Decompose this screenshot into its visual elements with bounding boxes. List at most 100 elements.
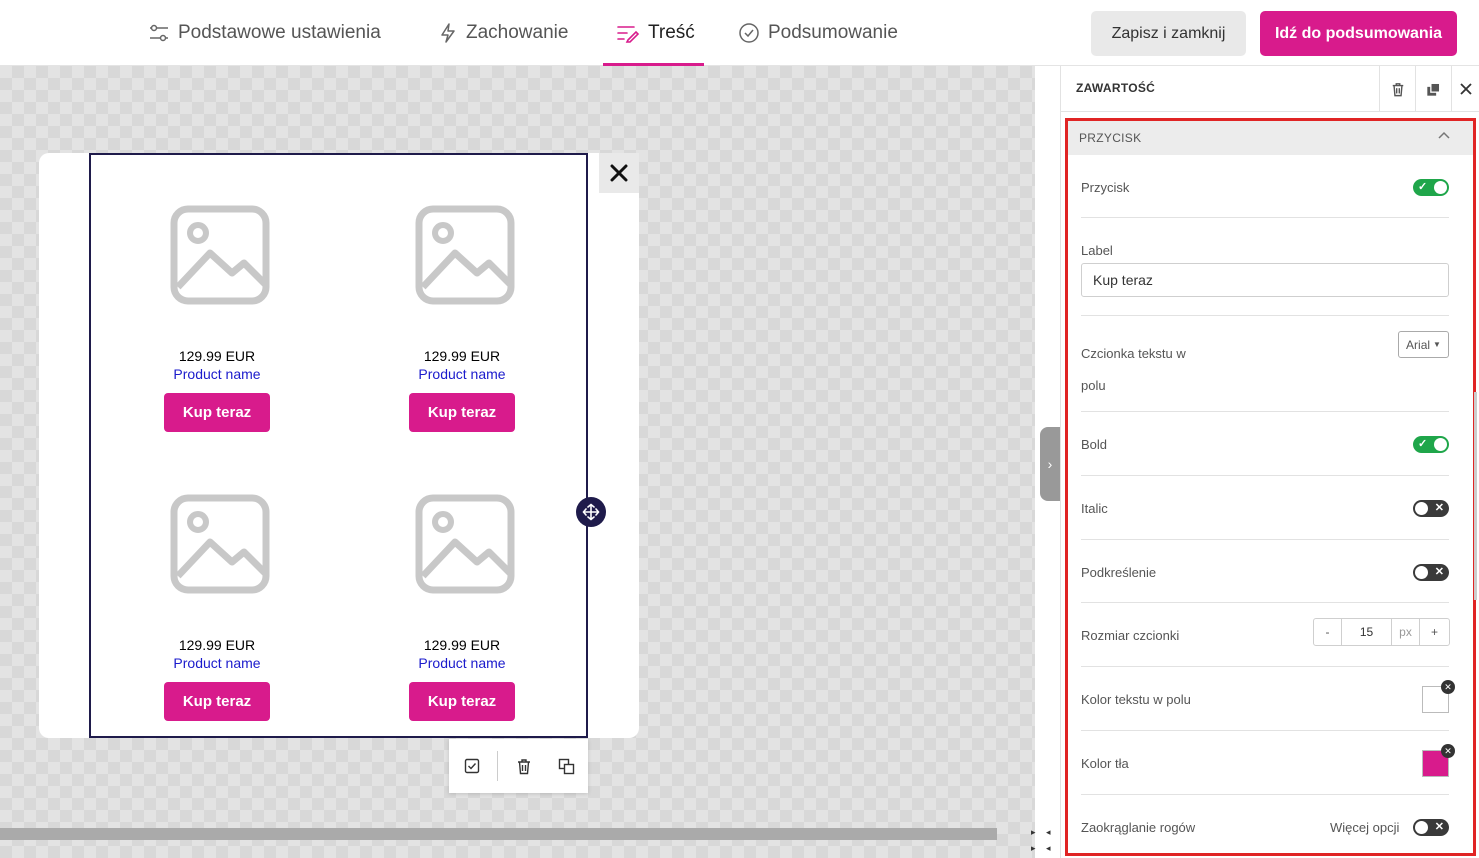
chevron-up-icon [1438,131,1450,139]
copy-icon[interactable] [1415,66,1451,112]
horizontal-scrollbar[interactable] [0,828,997,840]
decrement-button[interactable]: - [1314,619,1342,645]
clear-color-icon[interactable]: ✕ [1441,744,1455,758]
checkbox-icon[interactable] [460,754,484,778]
buy-button[interactable]: Kup teraz [164,682,270,721]
product-grid[interactable]: 129.99 EUR Product name Kup teraz 129.99… [89,153,588,738]
more-options-label: Więcej opcji [1330,820,1400,835]
product-name[interactable]: Product name [362,366,562,382]
bold-row: Bold ✓ [1081,412,1449,476]
check-circle-icon [739,23,759,43]
font-size-stepper: - 15 px + [1313,618,1450,646]
chevron-right-icon: › [1047,456,1053,472]
underline-label: Podkreślenie [1081,565,1157,580]
font-row: Czcionka tekstu w polu Arial ▼ [1081,316,1449,412]
save-close-button[interactable]: Zapisz i zamknij [1091,11,1246,56]
x-icon: ✕ [1434,566,1444,578]
tab-label: Treść [648,22,695,43]
increment-button[interactable]: + [1420,619,1449,645]
scroll-left-arrow-icon[interactable]: ◂ [1046,827,1051,838]
product-card: 129.99 EUR Product name Kup teraz [362,155,562,435]
underline-toggle[interactable]: ✕ [1413,564,1449,581]
product-name[interactable]: Product name [117,655,317,671]
tab-summary[interactable]: Podsumowanie [738,0,898,66]
element-toolbar [449,739,588,793]
button-toggle-label: Przycisk [1081,180,1130,195]
clear-color-icon[interactable]: ✕ [1441,680,1455,694]
section-header[interactable]: PRZYCISK [1068,121,1473,155]
tab-label: Podsumowanie [768,22,898,43]
trash-icon[interactable] [1379,66,1415,112]
buy-button[interactable]: Kup teraz [164,393,270,432]
label-field-label: Label [1081,243,1113,258]
font-value: Arial [1406,337,1431,352]
text-color-row: Kolor tekstu w polu ✕ [1081,667,1455,731]
x-icon: ✕ [1434,821,1444,833]
product-name[interactable]: Product name [117,366,317,382]
toggle-knob [1434,438,1447,451]
close-icon[interactable] [599,153,639,193]
toggle-knob [1415,821,1428,834]
font-size-input[interactable]: 15 [1342,619,1392,645]
buy-button[interactable]: Kup teraz [409,393,515,432]
trash-icon[interactable] [512,754,536,778]
scroll-right-arrow-icon[interactable]: ▸ [1031,827,1036,838]
caret-down-icon: ▼ [1433,340,1441,349]
buy-button[interactable]: Kup teraz [409,682,515,721]
tab-basic-settings[interactable]: Podstawowe ustawienia [148,0,381,66]
properties-panel: ZAWARTOŚĆ PRZYCISK Przycisk ✓ Label Czci… [1060,66,1479,858]
label-input[interactable] [1081,263,1449,297]
popup-preview: 129.99 EUR Product name Kup teraz 129.99… [39,153,639,738]
font-label-continued: polu [1081,378,1106,393]
underline-row: Podkreślenie ✕ [1081,540,1449,603]
font-label: Czcionka tekstu w [1081,346,1186,361]
scroll-left-arrow-icon[interactable]: ◂ [1046,843,1051,854]
product-price: 129.99 EUR [423,348,501,364]
text-color-swatch[interactable]: ✕ [1422,680,1455,713]
background-color-swatch[interactable]: ✕ [1422,744,1455,777]
tab-label: Zachowanie [466,22,569,43]
italic-row: Italic ✕ [1081,476,1449,540]
label-row: Label [1081,218,1449,316]
bolt-icon [441,23,455,43]
product-price: 129.99 EUR [178,637,256,653]
content-icon [617,26,640,43]
image-placeholder-icon [415,205,515,305]
check-icon: ✓ [1418,181,1428,193]
move-icon[interactable] [576,497,606,527]
scroll-right-arrow-icon[interactable]: ▸ [1031,843,1036,854]
collapse-panel-button[interactable]: › [1040,427,1060,501]
toggle-knob [1415,566,1428,579]
x-icon: ✕ [1434,502,1444,514]
image-placeholder-icon [415,494,515,594]
tab-content[interactable]: Treść [616,0,695,66]
go-summary-button[interactable]: Idź do podsumowania [1260,11,1457,56]
background-color-row: Kolor tła ✕ [1081,731,1455,795]
panel-title: ZAWARTOŚĆ [1076,81,1156,95]
bold-toggle[interactable]: ✓ [1413,436,1449,453]
corner-radius-toggle[interactable]: ✕ [1413,819,1449,836]
product-price: 129.99 EUR [423,637,501,653]
italic-toggle[interactable]: ✕ [1413,500,1449,517]
tab-label: Podstawowe ustawienia [178,22,381,43]
product-card: 129.99 EUR Product name Kup teraz [117,444,317,724]
top-navigation: Podstawowe ustawienia Zachowanie Treść P… [0,0,1479,66]
panel-scrollbar[interactable] [1474,392,1477,600]
button-toggle[interactable]: ✓ [1413,179,1449,196]
button-toggle-row: Przycisk ✓ [1081,155,1449,218]
corner-radius-row: Zaokrąglanie rogów Więcej opcji ✕ [1081,795,1449,853]
toggle-knob [1415,502,1428,515]
duplicate-icon[interactable] [554,754,578,778]
tab-behavior[interactable]: Zachowanie [438,0,568,66]
close-icon[interactable] [1451,66,1479,112]
text-color-label: Kolor tekstu w polu [1081,692,1191,707]
font-select[interactable]: Arial ▼ [1398,331,1449,358]
editor-canvas: 129.99 EUR Product name Kup teraz 129.99… [0,66,1051,858]
font-size-label: Rozmiar czcionki [1081,628,1180,643]
product-price: 129.99 EUR [178,348,256,364]
button-settings-section: PRZYCISK Przycisk ✓ Label Czcionka tekst… [1065,118,1476,856]
image-placeholder-icon [170,205,270,305]
bold-label: Bold [1081,437,1108,452]
product-name[interactable]: Product name [362,655,562,671]
section-title: PRZYCISK [1079,131,1142,145]
